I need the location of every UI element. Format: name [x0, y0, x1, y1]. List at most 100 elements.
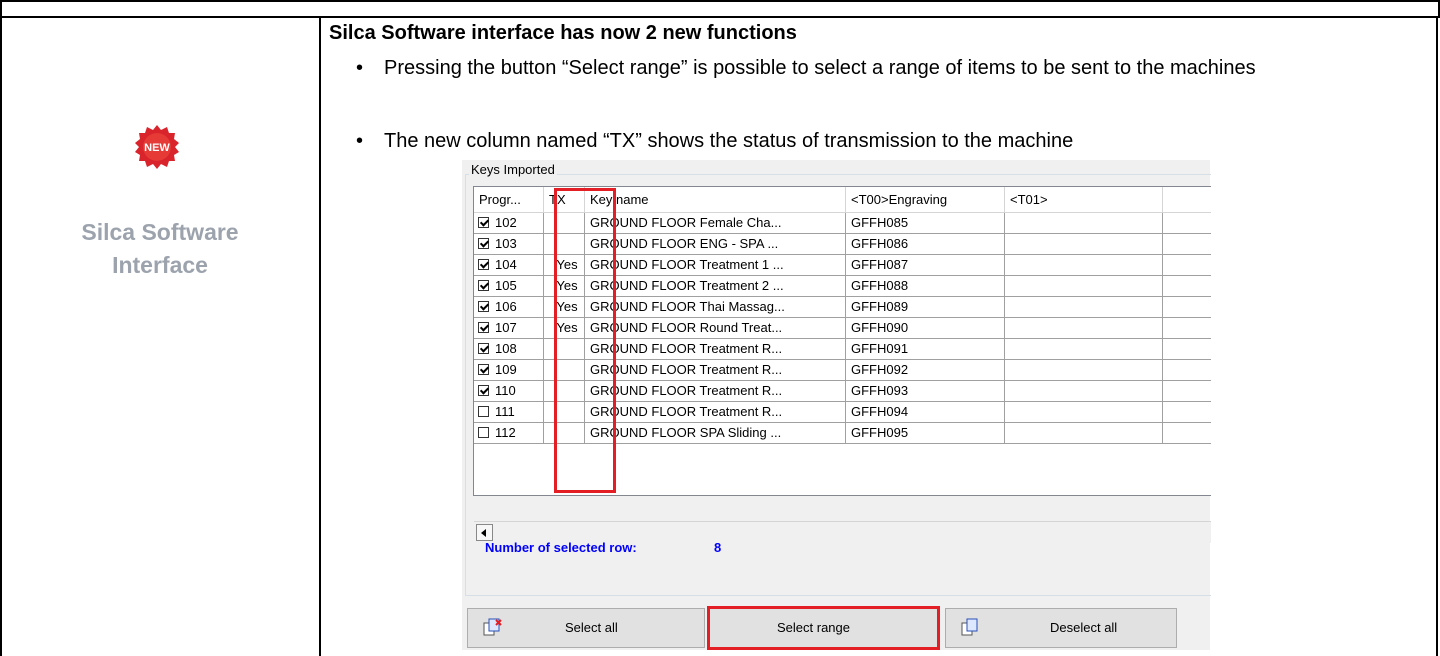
- key-name-cell: GROUND FLOOR Thai Massag...: [585, 297, 846, 318]
- progr-cell: 108: [474, 339, 544, 360]
- key-name-cell: GROUND FLOOR Treatment 2 ...: [585, 276, 846, 297]
- progr-value: 111: [495, 404, 515, 419]
- key-name-cell: GROUND FLOOR Treatment R...: [585, 381, 846, 402]
- filler-cell: [1163, 213, 1211, 234]
- row-checkbox[interactable]: [478, 364, 489, 375]
- section-heading: Silca Software interface has now 2 new f…: [329, 22, 797, 44]
- progr-cell: 103: [474, 234, 544, 255]
- feature-title-line1: Silca Software: [81, 219, 239, 245]
- row-checkbox[interactable]: [478, 322, 489, 333]
- t01-cell: [1005, 297, 1163, 318]
- engraving-cell: GFFH092: [846, 360, 1005, 381]
- t01-cell: [1005, 318, 1163, 339]
- key-name-cell: GROUND FLOOR Treatment R...: [585, 402, 846, 423]
- filler-cell: [1163, 402, 1211, 423]
- row-checkbox[interactable]: [478, 385, 489, 396]
- key-name-cell: GROUND FLOOR Round Treat...: [585, 318, 846, 339]
- group-label: Keys Imported: [469, 162, 557, 177]
- engraving-cell: GFFH086: [846, 234, 1005, 255]
- key-name-cell: GROUND FLOOR Treatment R...: [585, 360, 846, 381]
- row-checkbox[interactable]: [478, 217, 489, 228]
- row-checkbox[interactable]: [478, 427, 489, 438]
- app-panel: Keys Imported Progr... TX Key name <T00>…: [462, 160, 1211, 650]
- filler-cell: [1163, 339, 1211, 360]
- t01-cell: [1005, 339, 1163, 360]
- select-all-button[interactable]: Select all: [467, 608, 705, 648]
- engraving-cell: GFFH088: [846, 276, 1005, 297]
- t01-cell: [1005, 255, 1163, 276]
- bullet-icon: •: [356, 130, 364, 152]
- new-badge-text: NEW: [144, 142, 170, 154]
- engraving-cell: GFFH090: [846, 318, 1005, 339]
- bullet-icon: •: [356, 57, 364, 79]
- engraving-cell: GFFH093: [846, 381, 1005, 402]
- column-header-key-name[interactable]: Key name: [585, 187, 846, 213]
- progr-value: 112: [495, 425, 516, 440]
- progr-value: 105: [495, 278, 517, 293]
- t01-cell: [1005, 234, 1163, 255]
- column-header-progr[interactable]: Progr...: [474, 187, 544, 213]
- engraving-cell: GFFH085: [846, 213, 1005, 234]
- selected-count-value: 8: [714, 540, 722, 555]
- t01-cell: [1005, 423, 1163, 444]
- progr-cell: 111: [474, 402, 544, 423]
- t01-cell: [1005, 381, 1163, 402]
- engraving-cell: GFFH091: [846, 339, 1005, 360]
- filler-cell: [1163, 276, 1211, 297]
- column-header-engraving[interactable]: <T00>Engraving: [846, 187, 1005, 213]
- engraving-cell: GFFH089: [846, 297, 1005, 318]
- select-all-icon: [483, 618, 502, 636]
- t01-cell: [1005, 402, 1163, 423]
- progr-cell: 109: [474, 360, 544, 381]
- progr-cell: 102: [474, 213, 544, 234]
- column-header-filler: [1163, 187, 1211, 213]
- row-checkbox[interactable]: [478, 343, 489, 354]
- key-name-cell: GROUND FLOOR ENG - SPA ...: [585, 234, 846, 255]
- row-checkbox[interactable]: [478, 301, 489, 312]
- key-name-cell: GROUND FLOOR Treatment 1 ...: [585, 255, 846, 276]
- progr-cell: 104: [474, 255, 544, 276]
- bullet-item: • Pressing the button “Select range” is …: [356, 54, 1424, 83]
- table-top-border: [0, 0, 1440, 2]
- filler-cell: [1163, 234, 1211, 255]
- progr-value: 109: [495, 362, 517, 377]
- key-name-cell: GROUND FLOOR Treatment R...: [585, 339, 846, 360]
- t01-cell: [1005, 213, 1163, 234]
- key-name-cell: GROUND FLOOR SPA Sliding ...: [585, 423, 846, 444]
- feature-title: Silca Software Interface: [0, 216, 320, 282]
- deselect-all-icon: [961, 618, 978, 636]
- deselect-all-button[interactable]: Deselect all: [945, 608, 1177, 648]
- filler-cell: [1163, 423, 1211, 444]
- progr-cell: 106: [474, 297, 544, 318]
- feature-title-line2: Interface: [112, 252, 208, 278]
- progr-value: 102: [495, 215, 517, 230]
- bullet-text: Pressing the button “Select range” is po…: [384, 57, 1256, 79]
- filler-cell: [1163, 318, 1211, 339]
- deselect-all-label: Deselect all: [1050, 620, 1118, 635]
- engraving-cell: GFFH087: [846, 255, 1005, 276]
- row-checkbox[interactable]: [478, 280, 489, 291]
- selected-count-label: Number of selected row:: [485, 540, 637, 555]
- bullet-text: The new column named “TX” shows the stat…: [384, 130, 1074, 152]
- column-header-t01[interactable]: <T01>: [1005, 187, 1163, 213]
- tx-column-highlight: [554, 188, 616, 493]
- row-checkbox[interactable]: [478, 406, 489, 417]
- bullet-item: • The new column named “TX” shows the st…: [356, 127, 1424, 156]
- row-checkbox[interactable]: [478, 238, 489, 249]
- t01-cell: [1005, 276, 1163, 297]
- filler-cell: [1163, 297, 1211, 318]
- engraving-cell: GFFH095: [846, 423, 1005, 444]
- t01-cell: [1005, 360, 1163, 381]
- scroll-left-arrow-icon[interactable]: [476, 524, 493, 541]
- progr-cell: 107: [474, 318, 544, 339]
- progr-value: 108: [495, 341, 517, 356]
- select-range-highlight: [707, 606, 940, 650]
- filler-cell: [1163, 360, 1211, 381]
- progr-value: 110: [495, 383, 516, 398]
- select-all-label: Select all: [565, 620, 618, 635]
- row-checkbox[interactable]: [478, 259, 489, 270]
- progr-cell: 112: [474, 423, 544, 444]
- progr-value: 103: [495, 236, 517, 251]
- new-badge-icon: NEW: [135, 125, 179, 169]
- progr-value: 106: [495, 299, 517, 314]
